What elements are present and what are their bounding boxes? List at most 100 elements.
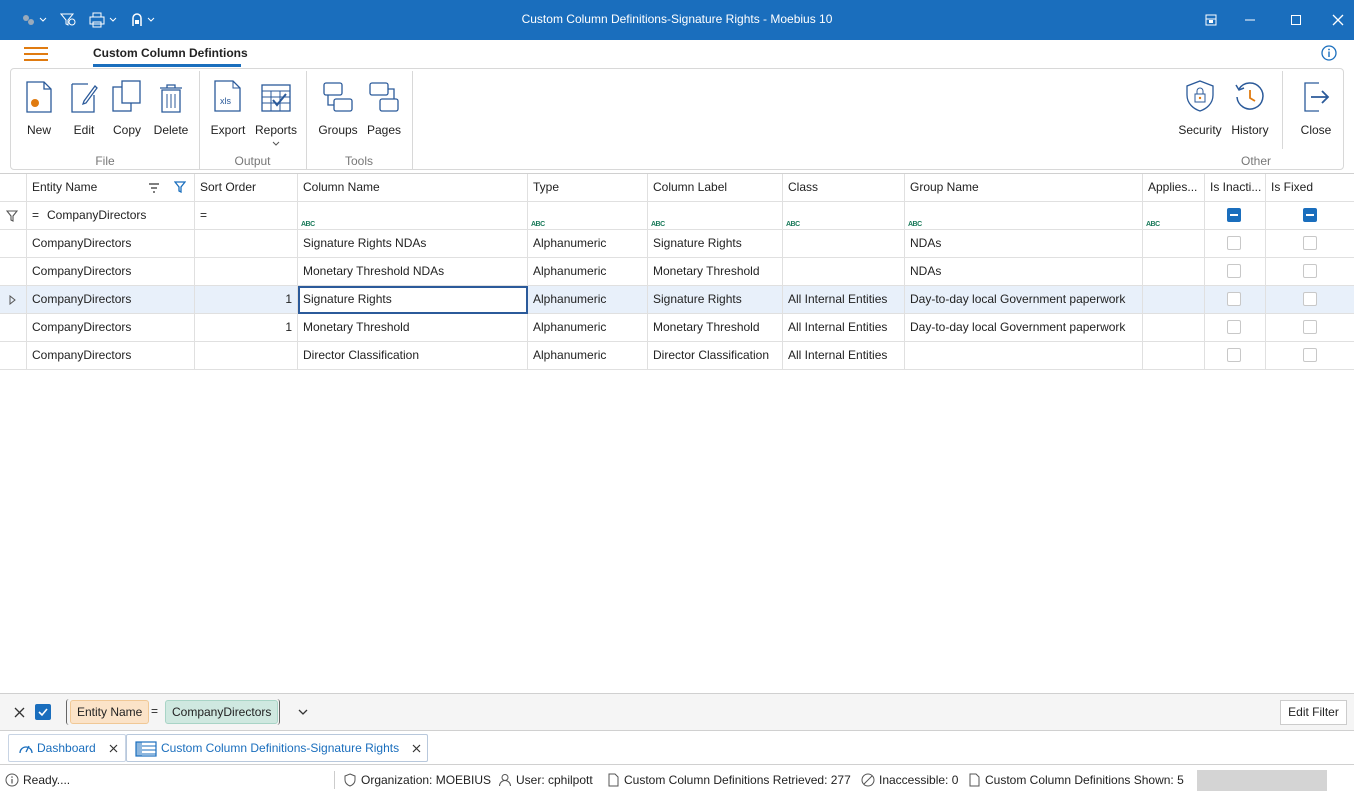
cell-is-inactive[interactable] [1205,258,1266,286]
cell-type[interactable]: Alphanumeric [528,258,648,286]
is-fixed-checkbox[interactable] [1303,264,1317,278]
filter-sort-order[interactable]: = [195,202,298,230]
row-indicator[interactable] [0,286,27,314]
header-column-name[interactable]: Column Name [298,174,528,202]
hamburger-menu-icon[interactable] [24,47,48,63]
table-row[interactable]: CompanyDirectors Monetary Threshold NDAs A… [0,258,1354,286]
security-button[interactable]: Security [1175,75,1225,137]
cell-entity[interactable]: CompanyDirectors [27,314,195,342]
cell-entity[interactable]: CompanyDirectors [27,342,195,370]
groups-button[interactable]: Groups [315,75,361,137]
row-indicator[interactable] [0,314,27,342]
cell-applies[interactable] [1143,286,1205,314]
is-fixed-checkbox[interactable] [1303,292,1317,306]
is-inactive-checkbox[interactable] [1227,236,1241,250]
is-fixed-checkbox[interactable] [1303,348,1317,362]
table-row[interactable]: CompanyDirectors Signature Rights NDAs Alp… [0,230,1354,258]
cell-group[interactable]: NDAs [905,230,1143,258]
cell-sort[interactable] [195,342,298,370]
table-row[interactable]: CompanyDirectors 1 Monetary Threshold Alpha… [0,314,1354,342]
pages-button[interactable]: Pages [363,75,405,137]
table-row[interactable]: CompanyDirectors 1 Signature Rights Alphanu… [0,286,1354,314]
cell-group[interactable]: NDAs [905,258,1143,286]
cell-column[interactable]: Signature Rights NDAs [298,230,528,258]
cell-is-inactive[interactable] [1205,286,1266,314]
filter-column-name[interactable]: ABC [298,202,528,230]
cell-applies[interactable] [1143,258,1205,286]
cell-label[interactable]: Monetary Threshold [648,314,783,342]
cell-sort[interactable] [195,230,298,258]
cell-type[interactable]: Alphanumeric [528,286,648,314]
maximize-button[interactable] [1284,8,1308,32]
is-fixed-checkbox[interactable] [1303,236,1317,250]
edit-button[interactable]: Edit [65,75,103,137]
cell-class[interactable]: All Internal Entities [783,286,905,314]
filter-group-name[interactable]: ABC [905,202,1143,230]
cell-type[interactable]: Alphanumeric [528,314,648,342]
info-icon[interactable] [1321,45,1337,64]
filter-applies[interactable]: ABC [1143,202,1205,230]
cell-is-fixed[interactable] [1266,342,1354,370]
cell-class[interactable]: All Internal Entities [783,314,905,342]
cell-applies[interactable] [1143,314,1205,342]
chevron-down-icon[interactable] [297,708,309,716]
cell-is-fixed[interactable] [1266,258,1354,286]
cell-sort[interactable]: 1 [195,314,298,342]
is-inactive-checkbox[interactable] [1227,292,1241,306]
export-button[interactable]: xls Export [207,75,249,137]
header-is-fixed[interactable]: Is Fixed [1266,174,1354,202]
close-window-button[interactable] [1326,8,1350,32]
header-group-name[interactable]: Group Name [905,174,1143,202]
indeterminate-checkbox[interactable] [1303,208,1317,222]
delete-button[interactable]: Delete [151,75,191,137]
copy-button[interactable]: Copy [107,75,147,137]
cell-group[interactable] [905,342,1143,370]
cell-class[interactable] [783,230,905,258]
filter-operator[interactable]: = [148,700,161,724]
cell-column[interactable]: Monetary Threshold NDAs [298,258,528,286]
tab-custom-column-definitions-doc[interactable]: Custom Column Definitions-Signature Righ… [126,734,428,762]
filter-is-fixed[interactable] [1266,202,1354,230]
cell-sort[interactable]: 1 [195,286,298,314]
cell-type[interactable]: Alphanumeric [528,342,648,370]
cell-label[interactable]: Signature Rights [648,230,783,258]
is-inactive-checkbox[interactable] [1227,348,1241,362]
tab-custom-column-definitions[interactable]: Custom Column Defintions [93,46,248,60]
filter-is-inactive[interactable] [1205,202,1266,230]
cell-is-fixed[interactable] [1266,286,1354,314]
header-type[interactable]: Type [528,174,648,202]
is-inactive-checkbox[interactable] [1227,264,1241,278]
cell-entity[interactable]: CompanyDirectors [27,286,195,314]
cell-is-fixed[interactable] [1266,230,1354,258]
filter-column-label[interactable]: ABC [648,202,783,230]
cell-group[interactable]: Day-to-day local Government paperwork [905,314,1143,342]
enable-filter-checkbox[interactable] [35,704,51,720]
table-row[interactable]: CompanyDirectors Director Classification A… [0,342,1354,370]
row-indicator[interactable] [0,342,27,370]
cell-label[interactable]: Director Classification [648,342,783,370]
header-class[interactable]: Class [783,174,905,202]
cell-column[interactable]: Monetary Threshold [298,314,528,342]
cell-label[interactable]: Monetary Threshold [648,258,783,286]
cell-column[interactable]: Director Classification [298,342,528,370]
header-entity-name[interactable]: Entity Name [27,174,195,202]
cell-is-inactive[interactable] [1205,230,1266,258]
close-tab-icon[interactable] [109,744,118,753]
indeterminate-checkbox[interactable] [1227,208,1241,222]
sort-lines-icon[interactable] [148,183,160,193]
cell-applies[interactable] [1143,230,1205,258]
is-inactive-checkbox[interactable] [1227,320,1241,334]
cell-class[interactable] [783,258,905,286]
cell-entity[interactable]: CompanyDirectors [27,230,195,258]
cell-is-fixed[interactable] [1266,314,1354,342]
edit-filter-button[interactable]: Edit Filter [1280,700,1347,725]
cell-label[interactable]: Signature Rights [648,286,783,314]
row-indicator[interactable] [0,230,27,258]
filter-value-pill[interactable]: CompanyDirectors [165,700,279,724]
cell-applies[interactable] [1143,342,1205,370]
filter-field-pill[interactable]: Entity Name [70,700,150,724]
filter-class[interactable]: ABC [783,202,905,230]
is-fixed-checkbox[interactable] [1303,320,1317,334]
close-button[interactable]: Close [1295,75,1337,137]
filter-type[interactable]: ABC [528,202,648,230]
